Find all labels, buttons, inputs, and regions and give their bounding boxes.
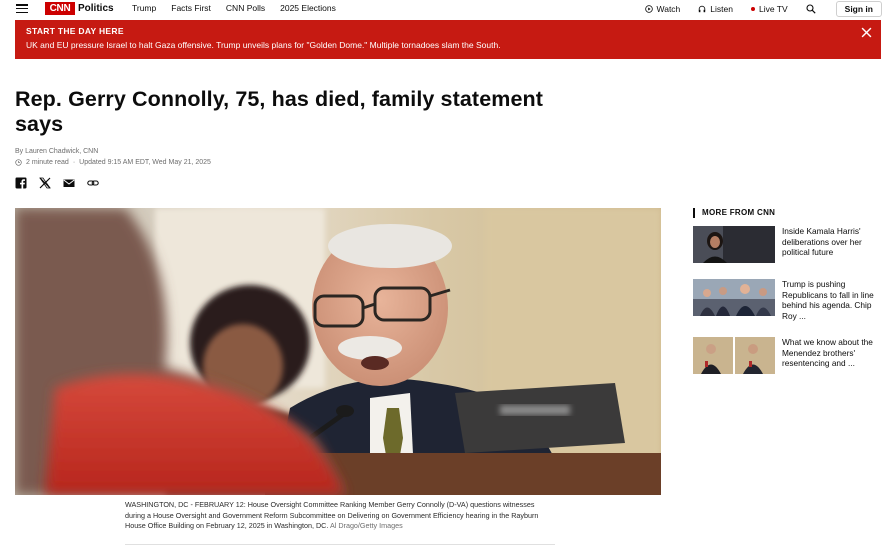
menu-icon[interactable]	[16, 4, 28, 13]
play-circle-icon	[644, 5, 653, 13]
nav-link-facts-first[interactable]: Facts First	[171, 3, 211, 14]
listen-label: Listen	[710, 4, 733, 14]
nav-links: Trump Facts First CNN Polls 2025 Electio…	[132, 3, 336, 14]
author-byline[interactable]: By Lauren Chadwick, CNN	[15, 148, 98, 155]
article-headline: Rep. Gerry Connolly, 75, has died, famil…	[15, 87, 544, 136]
photo-caption: WASHINGTON, DC - FEBRUARY 12: House Over…	[125, 500, 555, 532]
close-icon[interactable]	[861, 27, 872, 38]
timestamp: 2 minute read · Updated 9:15 AM EDT, Wed…	[15, 159, 211, 166]
nav-link-cnn-polls[interactable]: CNN Polls	[226, 3, 265, 14]
watch-button[interactable]: Watch	[644, 4, 681, 14]
separator-dot: ·	[72, 159, 76, 166]
live-tv-label: Live TV	[758, 4, 788, 14]
clock-icon	[15, 159, 22, 166]
photo-credit: Al Drago/Getty Images	[329, 521, 403, 530]
nav-link-trump[interactable]: Trump	[132, 3, 156, 14]
divider	[125, 544, 555, 545]
more-item-menendez[interactable]: What we know about the Menendez brothers…	[693, 337, 888, 377]
headphones-icon	[699, 5, 706, 13]
more-from-cnn-heading: MORE FROM CNN	[693, 208, 775, 218]
search-icon[interactable]	[806, 4, 816, 14]
watch-label: Watch	[656, 4, 681, 14]
live-tv-button[interactable]: Live TV	[750, 4, 788, 14]
news-banner[interactable]: START THE DAY HERE UK and EU pressure Is…	[15, 20, 881, 59]
live-dot-icon	[750, 7, 755, 11]
more-item-trump[interactable]: Trump is pushing Republicans to fall in …	[693, 279, 888, 321]
facebook-icon[interactable]	[15, 177, 27, 189]
email-icon[interactable]	[63, 177, 75, 189]
thumbnail-trump[interactable]	[693, 279, 775, 316]
cnn-logo[interactable]: CNN	[45, 2, 75, 15]
thumbnail-menendez[interactable]	[693, 337, 775, 374]
photo-illustration	[15, 208, 661, 495]
nav-right: Watch Listen Live TV Sign in	[644, 0, 888, 18]
x-twitter-icon[interactable]	[39, 177, 51, 189]
thumbnail-harris[interactable]	[693, 226, 775, 263]
byline: By Lauren Chadwick, CNN	[15, 148, 98, 155]
banner-text[interactable]: UK and EU pressure Israel to halt Gaza o…	[26, 40, 501, 50]
link-icon[interactable]	[87, 177, 99, 189]
more-item-harris[interactable]: Inside Kamala Harris' deliberations over…	[693, 226, 888, 266]
article-photo	[15, 208, 661, 495]
top-nav: CNN Politics Trump Facts First CNN Polls…	[0, 0, 888, 18]
read-time: 2 minute read	[26, 159, 69, 166]
listen-button[interactable]: Listen	[698, 4, 733, 14]
more-item-title[interactable]: Inside Kamala Harris' deliberations over…	[782, 226, 882, 258]
banner-kicker: START THE DAY HERE	[26, 26, 124, 36]
more-item-title[interactable]: Trump is pushing Republicans to fall in …	[782, 279, 882, 321]
nav-link-2025-elections[interactable]: 2025 Elections	[280, 3, 336, 14]
updated-time: Updated 9:15 AM EDT, Wed May 21, 2025	[79, 159, 211, 166]
section-name[interactable]: Politics	[78, 2, 114, 15]
share-bar	[15, 177, 99, 189]
sign-in-button[interactable]: Sign in	[835, 1, 882, 17]
more-item-title[interactable]: What we know about the Menendez brothers…	[782, 337, 882, 369]
